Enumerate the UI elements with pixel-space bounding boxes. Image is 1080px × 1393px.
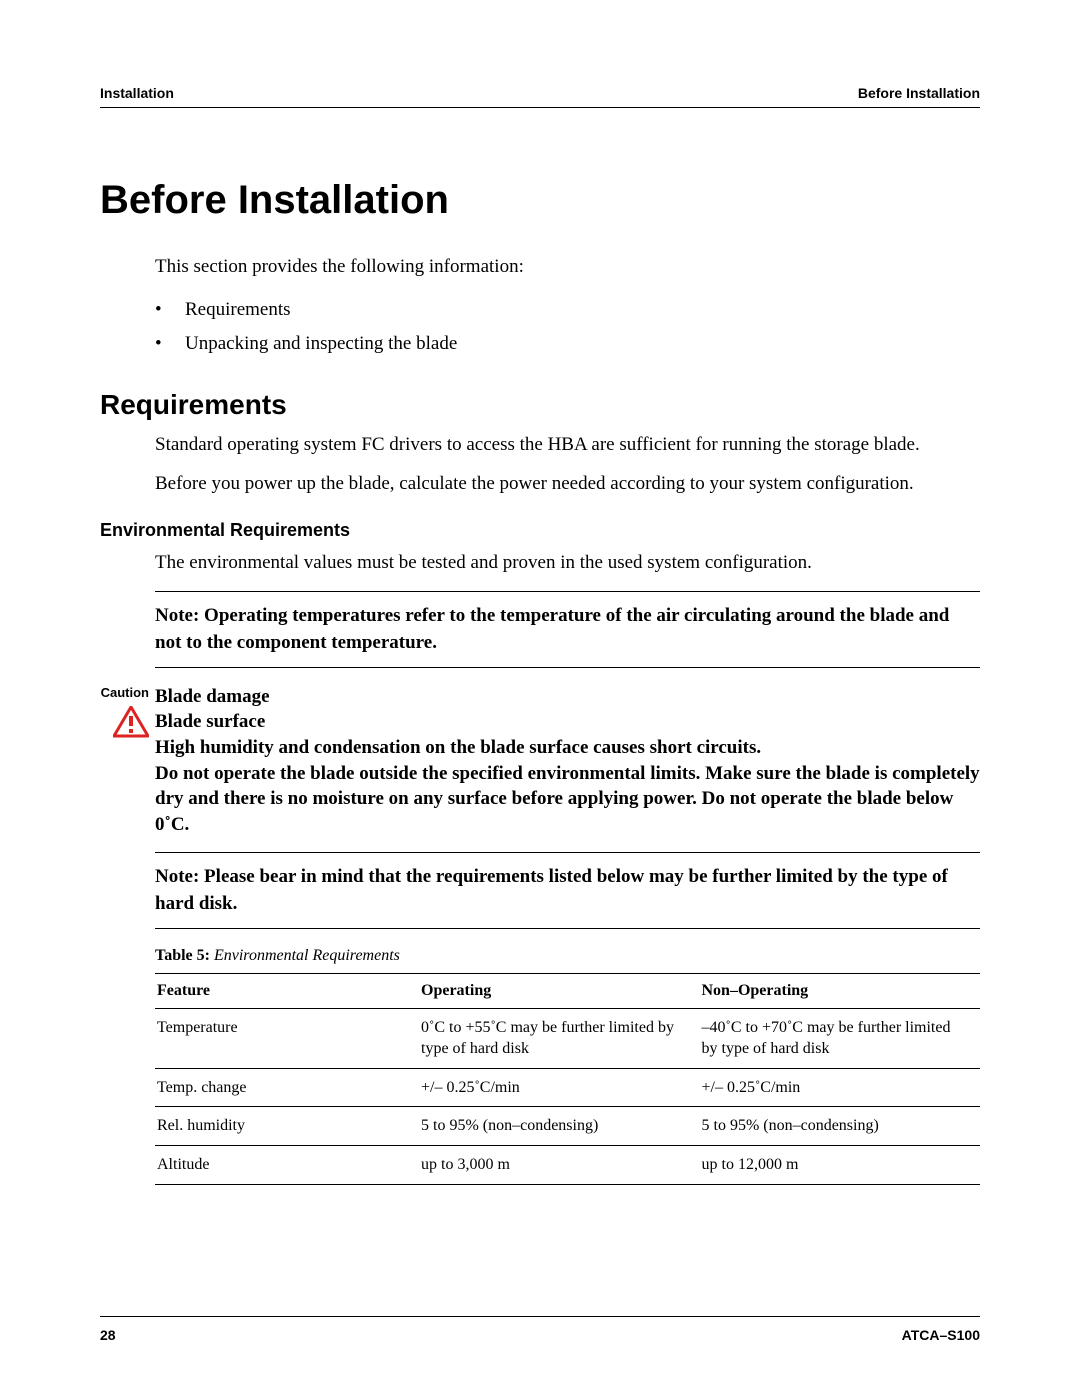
- page-title: Before Installation: [100, 178, 980, 223]
- page-header: Installation Before Installation: [100, 85, 980, 108]
- caution-label: Caution: [101, 685, 149, 700]
- bullet-text: Requirements: [185, 293, 291, 327]
- caution-label-col: Caution: [100, 684, 155, 838]
- bullet-icon: •: [155, 293, 185, 327]
- table-header: Non–Operating: [700, 973, 981, 1008]
- bullet-icon: •: [155, 327, 185, 361]
- header-left: Installation: [100, 85, 174, 101]
- table-header-row: Feature Operating Non–Operating: [155, 973, 980, 1008]
- table-cell: +/– 0.25˚C/min: [419, 1068, 700, 1107]
- table-cell: +/– 0.25˚C/min: [700, 1068, 981, 1107]
- warning-triangle-icon: [113, 706, 149, 738]
- table-cell: 5 to 95% (non–condensing): [700, 1107, 981, 1146]
- bullet-text: Unpacking and inspecting the blade: [185, 327, 457, 361]
- note-text: Note: Operating temperatures refer to th…: [155, 602, 980, 657]
- caution-line: Do not operate the blade outside the spe…: [155, 761, 980, 838]
- table-header: Feature: [155, 973, 419, 1008]
- table-row: Temp. change +/– 0.25˚C/min +/– 0.25˚C/m…: [155, 1068, 980, 1107]
- requirements-p2: Before you power up the blade, calculate…: [155, 470, 980, 498]
- table-caption-title: Environmental Requirements: [210, 947, 400, 964]
- page-footer: 28 ATCA–S100: [100, 1316, 980, 1343]
- doc-id: ATCA–S100: [902, 1327, 980, 1343]
- env-heading: Environmental Requirements: [100, 520, 980, 541]
- env-p1: The environmental values must be tested …: [155, 549, 980, 577]
- table-cell: 0˚C to +55˚C may be further limited by t…: [419, 1008, 700, 1068]
- caution-line: Blade damage: [155, 684, 980, 710]
- caution-body: Blade damage Blade surface High humidity…: [155, 684, 980, 838]
- table-cell: Temp. change: [155, 1068, 419, 1107]
- table-cell: Temperature: [155, 1008, 419, 1068]
- table-caption-label: Table 5:: [155, 947, 210, 964]
- caution-line: High humidity and condensation on the bl…: [155, 735, 980, 761]
- caution-line: Blade surface: [155, 709, 980, 735]
- table-cell: Altitude: [155, 1145, 419, 1184]
- list-item: • Unpacking and inspecting the blade: [155, 327, 980, 361]
- header-right: Before Installation: [858, 85, 980, 101]
- table-cell: up to 12,000 m: [700, 1145, 981, 1184]
- requirements-p1: Standard operating system FC drivers to …: [155, 431, 980, 459]
- table-row: Rel. humidity 5 to 95% (non–condensing) …: [155, 1107, 980, 1146]
- table-row: Temperature 0˚C to +55˚C may be further …: [155, 1008, 980, 1068]
- table-cell: –40˚C to +70˚C may be further limited by…: [700, 1008, 981, 1068]
- note-block: Note: Please bear in mind that the requi…: [155, 852, 980, 929]
- table-cell: Rel. humidity: [155, 1107, 419, 1146]
- list-item: • Requirements: [155, 293, 980, 327]
- table-cell: up to 3,000 m: [419, 1145, 700, 1184]
- requirements-heading: Requirements: [100, 389, 980, 421]
- intro-text: This section provides the following info…: [155, 253, 980, 281]
- note-block: Note: Operating temperatures refer to th…: [155, 591, 980, 668]
- table-caption: Table 5: Environmental Requirements: [155, 947, 980, 965]
- table-header: Operating: [419, 973, 700, 1008]
- env-requirements-table: Feature Operating Non–Operating Temperat…: [155, 973, 980, 1185]
- table-cell: 5 to 95% (non–condensing): [419, 1107, 700, 1146]
- page-number: 28: [100, 1327, 116, 1343]
- table-row: Altitude up to 3,000 m up to 12,000 m: [155, 1145, 980, 1184]
- note-text: Note: Please bear in mind that the requi…: [155, 863, 980, 918]
- caution-block: Caution Blade damage Blade surface High …: [100, 684, 980, 838]
